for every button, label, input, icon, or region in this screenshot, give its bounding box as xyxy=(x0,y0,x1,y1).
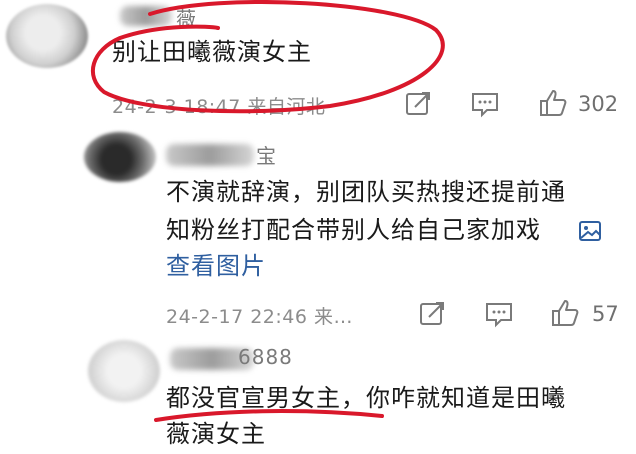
username-blurred xyxy=(166,144,254,166)
avatar[interactable] xyxy=(88,340,160,402)
comment-text-line-2: 薇演女主 xyxy=(166,420,266,448)
view-image-link[interactable]: 查看图片 xyxy=(166,248,266,284)
comment-text-line-2: 知粉丝打配合带别人给自己家加戏 xyxy=(166,216,541,244)
username[interactable]: 6888 xyxy=(238,345,293,369)
comment-text-line-1: 都没官宣男女主，你咋就知道是田曦 xyxy=(166,384,566,412)
comment-text-line-1: 不演就辞演，别团队买热搜还提前通 xyxy=(166,178,566,206)
comment-meta: 24-2-17 22:46 来… xyxy=(166,306,353,328)
avatar[interactable] xyxy=(84,132,156,182)
like-count: 57 xyxy=(592,302,619,326)
comment-icon[interactable] xyxy=(484,300,514,328)
thumbs-up-icon[interactable] xyxy=(550,298,580,328)
image-icon[interactable] xyxy=(578,220,602,242)
share-icon[interactable] xyxy=(418,300,446,328)
username[interactable]: 宝 xyxy=(256,140,277,169)
